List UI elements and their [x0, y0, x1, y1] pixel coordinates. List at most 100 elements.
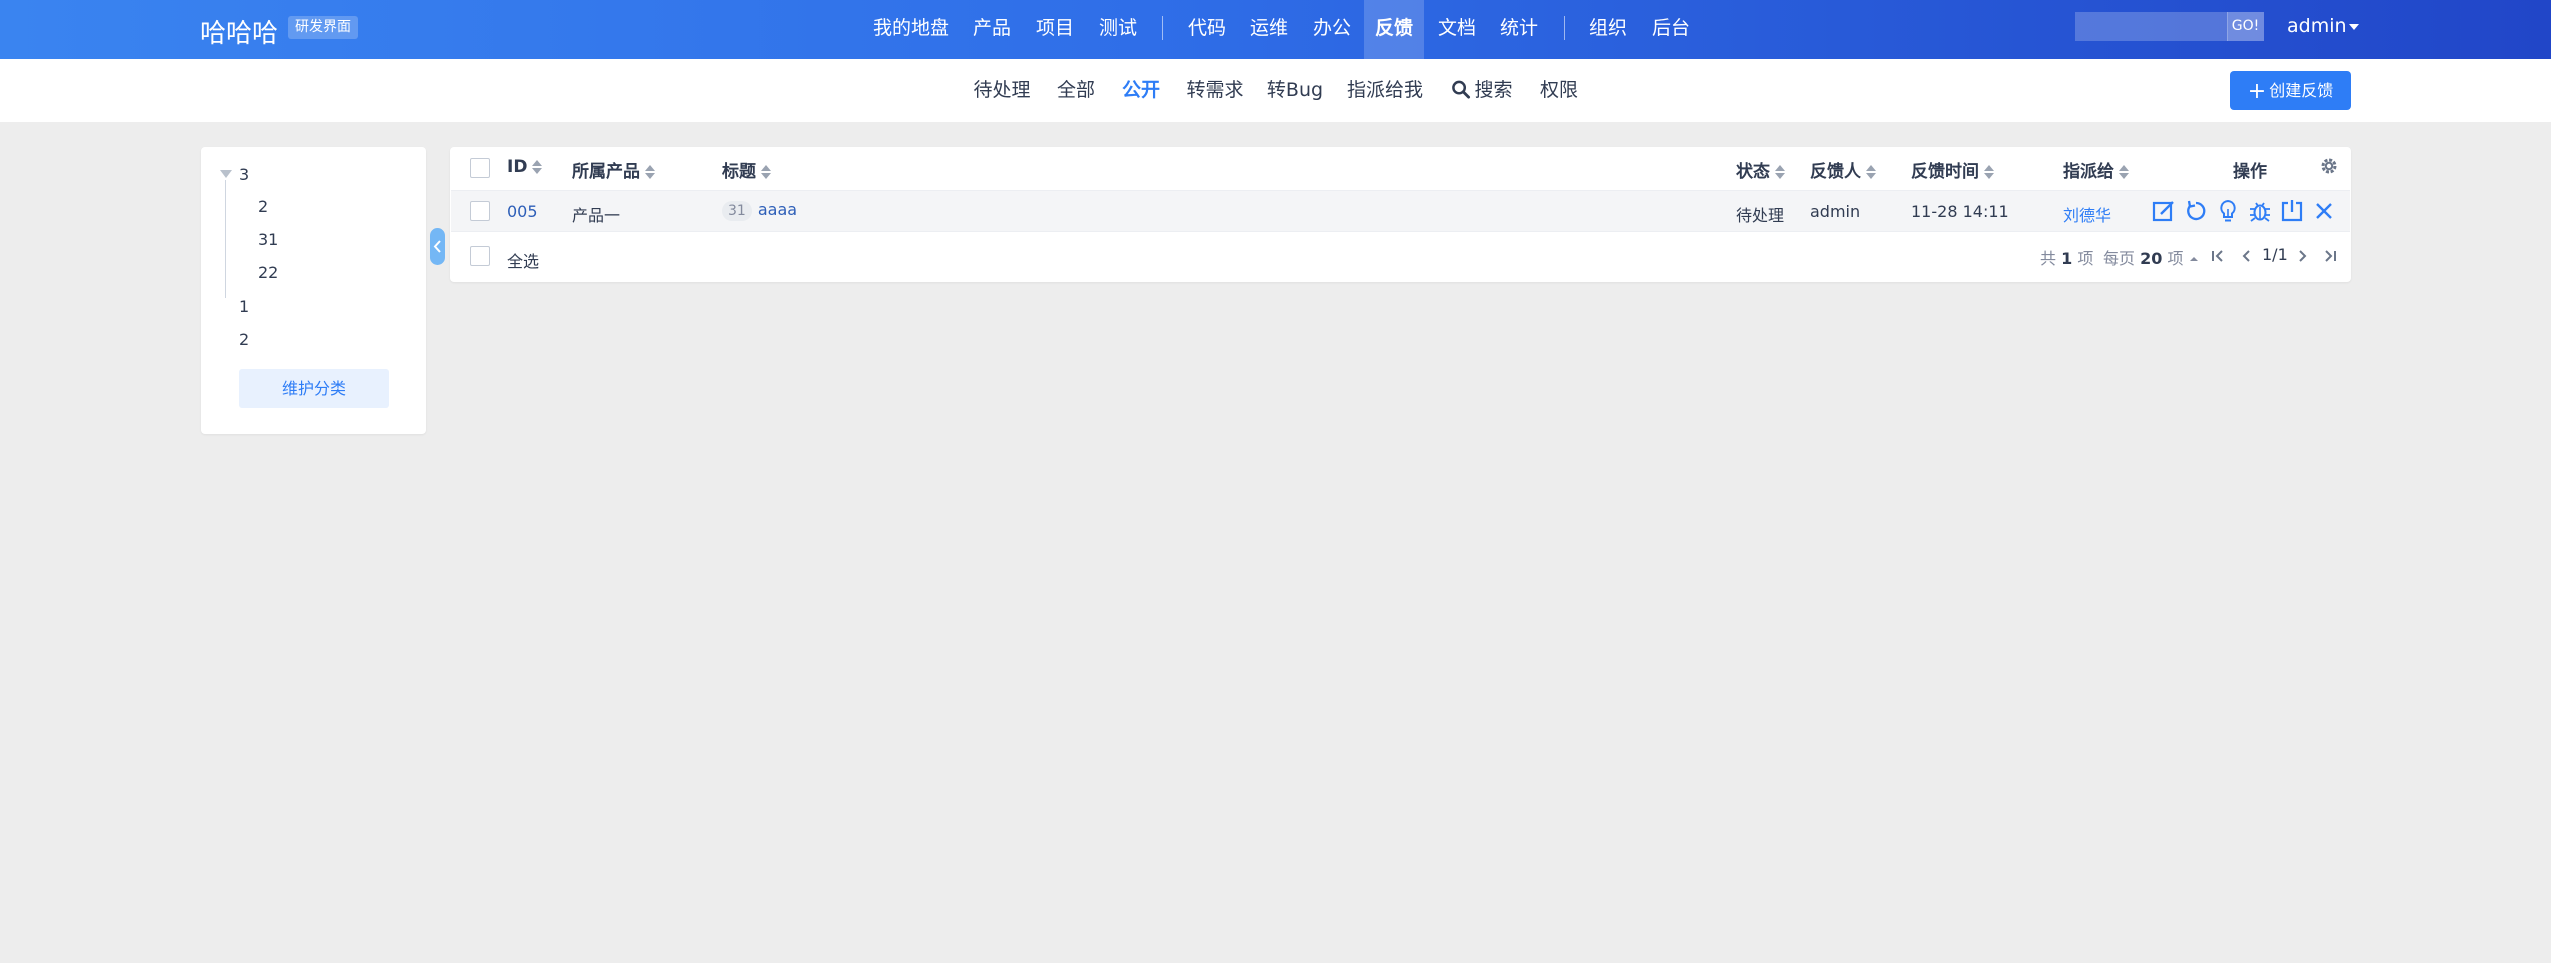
pager-total-suffix: 项 — [2077, 249, 2094, 268]
column-header-reporter-label: 反馈人 — [1810, 162, 1861, 182]
tab-assigned-to-me[interactable]: 指派给我 — [1347, 59, 1423, 122]
tree-expand-icon[interactable] — [220, 170, 232, 178]
tab-all[interactable]: 全部 — [1057, 59, 1095, 122]
column-header-id[interactable]: ID — [507, 157, 543, 177]
nav-divider — [1162, 16, 1163, 40]
select-all-header-checkbox[interactable] — [470, 158, 490, 178]
column-header-product[interactable]: 所属产品 — [572, 157, 655, 182]
column-header-id-label: ID — [507, 157, 528, 177]
tab-search[interactable]: 搜索 — [1451, 59, 1513, 122]
select-all-checkbox[interactable] — [470, 246, 490, 266]
column-header-time-label: 反馈时间 — [1911, 162, 1979, 182]
tab-permission[interactable]: 权限 — [1540, 59, 1578, 122]
column-header-actions: 操作 — [2233, 162, 2267, 182]
nav-divider — [1564, 16, 1565, 40]
tab-to-bug[interactable]: 转Bug — [1267, 59, 1323, 122]
pager-page: 1/1 — [2262, 245, 2288, 264]
create-feedback-button[interactable]: + 创建反馈 — [2230, 71, 2351, 110]
pager-total: 共 1 项 — [2040, 245, 2093, 269]
row-checkbox[interactable] — [470, 201, 490, 221]
pager-per-page[interactable]: 每页 20 项 — [2103, 245, 2200, 269]
app-brand[interactable]: 哈哈哈 — [200, 13, 278, 50]
nav-item-my[interactable]: 我的地盘 — [873, 0, 949, 59]
brand-tag[interactable]: 研发界面 — [288, 16, 358, 39]
nav-item-admin[interactable]: 后台 — [1652, 0, 1690, 59]
column-header-title[interactable]: 标题 — [722, 157, 771, 182]
sidebar-collapse-toggle[interactable] — [430, 228, 445, 265]
user-name: admin — [2287, 15, 2347, 37]
row-title[interactable]: 31 aaaa — [722, 200, 797, 221]
select-all-label[interactable]: 全选 — [507, 248, 539, 272]
maintain-category-button[interactable]: 维护分类 — [239, 369, 389, 408]
pager-total-prefix: 共 — [2040, 249, 2057, 268]
sort-icon — [1984, 165, 1994, 179]
tab-to-story[interactable]: 转需求 — [1186, 59, 1243, 122]
row-reporter: admin — [1810, 202, 1861, 221]
caret-up-icon — [2190, 257, 2199, 261]
tree-guide-line — [225, 180, 226, 298]
column-header-assignee-label: 指派给 — [2063, 162, 2114, 182]
top-navbar: 哈哈哈 研发界面 我的地盘 产品 项目 测试 代码 运维 办公 反馈 文档 统计… — [0, 0, 2551, 59]
caret-down-icon — [2348, 23, 2359, 30]
nav-item-doc[interactable]: 文档 — [1438, 0, 1476, 59]
row-title-badge: 31 — [722, 201, 752, 221]
gear-icon[interactable] — [2319, 156, 2339, 176]
row-product: 产品一 — [572, 206, 621, 225]
user-menu[interactable]: admin — [2287, 15, 2359, 37]
sort-icon — [761, 165, 771, 179]
next-page-icon[interactable] — [2295, 248, 2311, 264]
tab-public[interactable]: 公开 — [1122, 59, 1160, 122]
nav-item-org[interactable]: 组织 — [1589, 0, 1627, 59]
sub-nav: 待处理 全部 公开 转需求 转Bug 指派给我 搜索 权限 — [0, 59, 2551, 122]
column-header-title-label: 标题 — [722, 162, 756, 182]
column-header-reporter[interactable]: 反馈人 — [1810, 157, 1876, 182]
row-assignee[interactable]: 刘德华 — [2063, 202, 2111, 226]
sort-icon — [1866, 165, 1876, 179]
pager-total-count: 1 — [2061, 249, 2073, 268]
tree-node[interactable]: 22 — [258, 263, 278, 282]
tab-pending[interactable]: 待处理 — [973, 59, 1030, 122]
row-id[interactable]: 005 — [507, 202, 538, 221]
row-status: 待处理 — [1736, 206, 1785, 225]
export-icon[interactable] — [2279, 198, 2305, 224]
last-page-icon[interactable] — [2322, 248, 2338, 264]
column-header-status[interactable]: 状态 — [1736, 157, 1785, 182]
pager-per-page-suffix: 项 — [2167, 249, 2184, 268]
row-title-link[interactable]: aaaa — [758, 200, 797, 219]
nav-item-project[interactable]: 项目 — [1036, 0, 1074, 59]
nav-item-feedback[interactable]: 反馈 — [1363, 0, 1425, 59]
chevron-left-icon — [433, 240, 441, 253]
search-input[interactable] — [2075, 12, 2228, 41]
nav-item-code[interactable]: 代码 — [1188, 0, 1226, 59]
tree-node[interactable]: 1 — [239, 297, 249, 316]
story-icon[interactable] — [2215, 198, 2241, 224]
create-feedback-label: 创建反馈 — [2269, 81, 2334, 100]
nav-item-office[interactable]: 办公 — [1313, 0, 1351, 59]
sort-icon — [532, 160, 543, 174]
sort-icon — [1775, 165, 1785, 179]
first-page-icon[interactable] — [2210, 248, 2226, 264]
nav-item-ops[interactable]: 运维 — [1250, 0, 1288, 59]
sort-icon — [645, 165, 655, 179]
nav-item-test[interactable]: 测试 — [1099, 0, 1137, 59]
bug-icon[interactable] — [2247, 198, 2273, 224]
row-time: 11-28 14:11 — [1911, 202, 2009, 221]
close-icon[interactable] — [2311, 198, 2337, 224]
search-go-button[interactable]: GO! — [2227, 12, 2264, 41]
pager-per-page-prefix: 每页 — [2103, 249, 2136, 268]
search-icon — [1452, 80, 1471, 99]
tree-node[interactable]: 3 — [239, 165, 249, 184]
tree-node[interactable]: 2 — [239, 330, 249, 349]
nav-item-product[interactable]: 产品 — [973, 0, 1011, 59]
tree-node[interactable]: 31 — [258, 230, 278, 249]
column-header-time[interactable]: 反馈时间 — [1911, 157, 1994, 182]
nav-item-stats[interactable]: 统计 — [1500, 0, 1538, 59]
tab-search-label: 搜索 — [1474, 79, 1513, 101]
undo-icon[interactable] — [2183, 198, 2209, 224]
column-header-status-label: 状态 — [1736, 162, 1770, 182]
prev-page-icon[interactable] — [2238, 248, 2254, 264]
edit-icon[interactable] — [2151, 198, 2177, 224]
column-header-assignee[interactable]: 指派给 — [2063, 157, 2129, 182]
tree-node[interactable]: 2 — [258, 197, 268, 216]
pager-per-page-value: 20 — [2140, 249, 2163, 268]
